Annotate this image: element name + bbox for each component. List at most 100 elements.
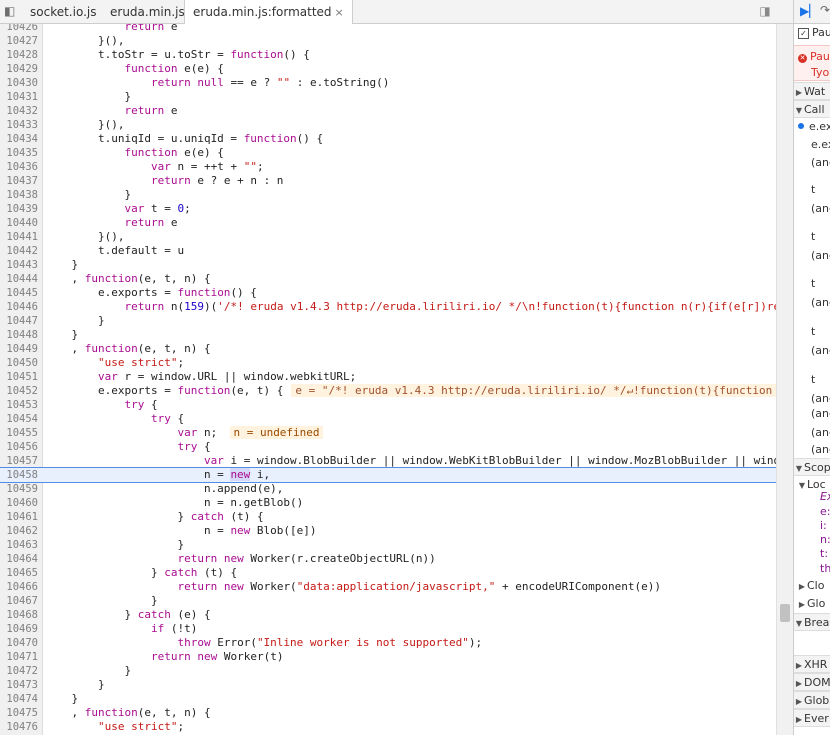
line-number[interactable]: 10450 [0,356,38,370]
line-number[interactable]: 10445 [0,286,38,300]
sidebar-section-header[interactable]: ▶ Glob [794,691,830,709]
line-number[interactable]: 10435 [0,146,38,160]
line-number[interactable]: 10446 [0,300,38,314]
line-number[interactable]: 10457 [0,454,38,468]
call-frame[interactable]: t [794,181,830,199]
line-number[interactable]: 10453 [0,398,38,412]
line-number[interactable]: 10469 [0,622,38,636]
line-number[interactable]: 10471 [0,650,38,664]
line-number[interactable]: 10443 [0,258,38,272]
line-number[interactable]: 10475 [0,706,38,720]
line-number[interactable]: 10458 [0,468,38,482]
scope-variable[interactable]: n: [794,533,830,547]
call-frame[interactable]: (anc [794,247,830,265]
line-number[interactable]: 10468 [0,608,38,622]
line-number[interactable]: 10466 [0,580,38,594]
tab-eruda-formatted[interactable]: eruda.min.js:formatted × [184,0,353,24]
call-frame[interactable]: (anc [794,342,830,360]
tab-socket-io[interactable]: socket.io.js [22,0,104,23]
line-number[interactable]: 10432 [0,104,38,118]
line-number[interactable]: 10476 [0,720,38,734]
line-number[interactable]: 10454 [0,412,38,426]
line-number[interactable]: 10474 [0,692,38,706]
line-number[interactable]: 10455 [0,426,38,440]
checkbox-icon[interactable]: ✓ [798,28,809,39]
collapse-triangle-icon[interactable]: ▶ [794,675,804,690]
line-number[interactable]: 10452 [0,384,38,398]
call-frame[interactable]: (anc [794,294,830,312]
line-number[interactable]: 10431 [0,90,38,104]
call-frame[interactable]: (anc [794,154,830,172]
scope-section[interactable]: ▶ Glo [794,595,830,613]
line-number[interactable]: 10428 [0,48,38,62]
line-number[interactable]: 10430 [0,76,38,90]
scope-variable[interactable]: e: [794,505,830,519]
line-number[interactable]: 10437 [0,174,38,188]
collapse-triangle-icon[interactable]: ▶ [794,693,804,708]
sidebar-section-header[interactable]: ▼ Brea [794,613,830,631]
line-number[interactable]: 10429 [0,62,38,76]
call-frame[interactable]: (anc [794,405,830,423]
line-number[interactable]: 10459 [0,482,38,496]
collapse-triangle-icon[interactable]: ▶ [794,657,804,672]
sidebar-section-header[interactable]: ▶ Wat [794,82,830,100]
sidebar-section-header[interactable]: ▶ Ever [794,709,830,727]
code-editor[interactable]: 10426 return e 10427 }(), 10428 t.toStr = … [0,24,776,735]
line-number[interactable]: 10436 [0,160,38,174]
line-number[interactable]: 10472 [0,664,38,678]
call-frame[interactable]: t [794,323,830,341]
line-number[interactable]: 10461 [0,510,38,524]
line-number[interactable]: 10467 [0,594,38,608]
call-frame[interactable]: e.ex [794,136,830,154]
collapse-triangle-icon[interactable]: ▶ [797,596,807,613]
editor-scrollbar[interactable] [776,24,793,735]
line-number[interactable]: 10426 [0,24,38,34]
call-frame-current[interactable]: e.ex [794,118,830,136]
line-number[interactable]: 10451 [0,370,38,384]
collapse-triangle-icon[interactable]: ▶ [794,84,804,99]
navigator-toggle-icon[interactable]: ◧ [4,4,18,18]
call-frame[interactable]: t [794,275,830,293]
line-number[interactable]: 10456 [0,440,38,454]
line-number[interactable]: 10442 [0,244,38,258]
line-number[interactable]: 10441 [0,230,38,244]
line-number[interactable]: 10462 [0,524,38,538]
line-number[interactable]: 10444 [0,272,38,286]
close-tab-icon[interactable]: × [335,6,344,19]
call-frame[interactable]: (anc [794,441,830,459]
scrollbar-thumb[interactable] [780,604,790,622]
sidebar-section-header[interactable]: ▼ Scop [794,458,830,476]
expand-triangle-icon[interactable]: ▼ [794,460,804,475]
line-number[interactable]: 10449 [0,342,38,356]
step-over-icon[interactable]: ↷ [820,3,830,17]
scope-variable[interactable]: th [794,562,830,576]
call-frame[interactable]: (anc [794,424,830,442]
scope-variable[interactable]: t: [794,547,830,561]
line-number[interactable]: 10464 [0,552,38,566]
line-number[interactable]: 10438 [0,188,38,202]
sidebar-section-header[interactable]: ▶ XHR [794,655,830,673]
collapse-triangle-icon[interactable]: ▶ [797,578,807,595]
line-number[interactable]: 10447 [0,314,38,328]
call-frame[interactable]: (anc [794,200,830,218]
call-frame[interactable]: t [794,371,830,389]
sidebar-section-header[interactable]: ▶ DOM [794,673,830,691]
expand-triangle-icon[interactable]: ▼ [794,102,804,117]
line-number[interactable]: 10460 [0,496,38,510]
scope-variable[interactable]: i: [794,519,830,533]
line-number[interactable]: 10439 [0,202,38,216]
line-number[interactable]: 10427 [0,34,38,48]
resume-icon[interactable]: ▶▏ [800,4,818,18]
collapse-triangle-icon[interactable]: ▶ [794,711,804,726]
toggle-debugger-icon[interactable]: ◨ [758,4,772,18]
line-number[interactable]: 10465 [0,566,38,580]
line-number[interactable]: 10433 [0,118,38,132]
line-number[interactable]: 10463 [0,538,38,552]
sidebar-section-header[interactable]: ▼ Call [794,100,830,118]
scope-section[interactable]: ▶ Clo [794,577,830,595]
line-number[interactable]: 10448 [0,328,38,342]
call-frame[interactable]: t [794,228,830,246]
line-number[interactable]: 10434 [0,132,38,146]
scope-variable[interactable]: Ex [794,490,830,504]
line-number[interactable]: 10473 [0,678,38,692]
